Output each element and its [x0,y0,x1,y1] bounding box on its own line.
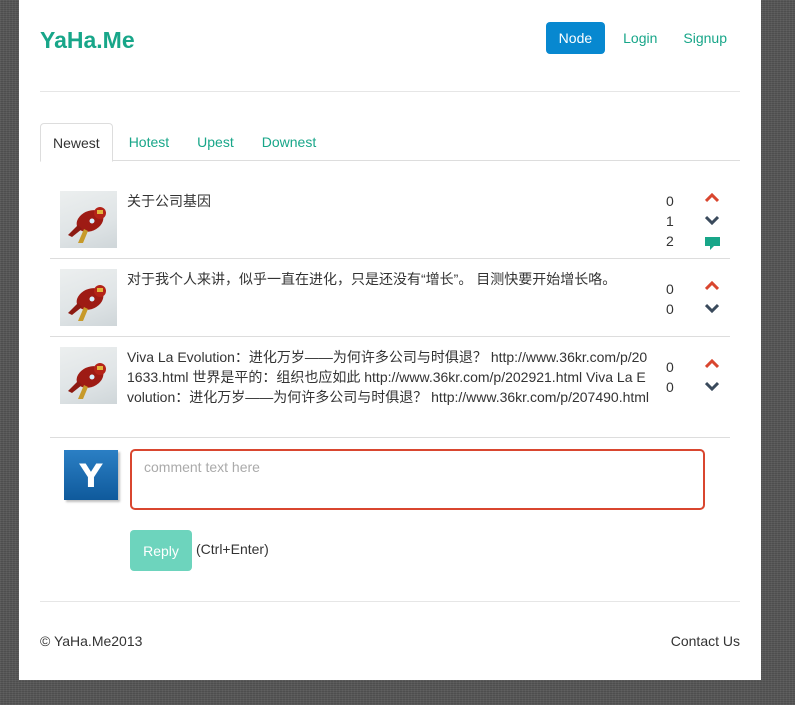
downvote-count: 0 [666,379,674,395]
vote-counts: 0 0 [666,357,680,397]
comment-count: 2 [666,233,674,249]
comment-composer: Y Reply (Ctrl+Enter) [50,438,730,588]
upvote-count: 0 [666,193,674,209]
top-nav: Node Login Signup [545,22,740,54]
vote-counts: 0 0 [666,279,680,319]
post-item: 对于我个人来讲，似乎一直在进化，只是还没有“增长”。 目测快要开始增长咯。 0 … [50,259,730,337]
avatar[interactable] [60,191,117,248]
post-item: Viva La Evolution：进化万岁——为何许多公司与时俱退？ http… [50,337,730,438]
tab-hotest[interactable]: Hotest [117,123,181,161]
upvote-icon[interactable] [704,281,720,301]
comment-icon[interactable] [704,237,720,257]
downvote-count: 1 [666,213,674,229]
post-text: 关于公司基因 [127,193,211,209]
upvote-count: 0 [666,281,674,297]
avatar[interactable] [60,347,117,404]
downvote-icon[interactable] [704,381,720,401]
shortcut-hint: (Ctrl+Enter) [196,541,269,557]
contact-link[interactable]: Contact Us [671,633,740,649]
upvote-icon[interactable] [704,359,720,379]
tab-upest[interactable]: Upest [185,123,246,161]
user-avatar: Y [64,450,118,500]
vote-counts: 0 1 2 [666,191,680,251]
footer-divider [40,601,740,602]
tab-newest[interactable]: Newest [40,123,113,162]
post-list: 关于公司基因 0 1 2 对于我个人来讲，似乎一直在进化，只是还没有“增长”。 … [50,181,730,438]
nav-signup[interactable]: Signup [670,22,740,54]
upvote-icon[interactable] [704,193,720,213]
post-text: 对于我个人来讲，似乎一直在进化，只是还没有“增长”。 目测快要开始增长咯。 [127,271,617,287]
post-actions [704,191,720,257]
nav-node[interactable]: Node [545,22,606,54]
downvote-icon[interactable] [704,303,720,323]
reply-button[interactable]: Reply [130,530,192,571]
comment-input[interactable] [130,449,705,510]
post-text: Viva La Evolution：进化万岁——为何许多公司与时俱退？ http… [127,349,650,405]
page-container: YaHa.Me Node Login Signup Newest Hotest … [19,0,761,680]
post-item: 关于公司基因 0 1 2 [50,181,730,259]
downvote-count: 0 [666,301,674,317]
tab-downest[interactable]: Downest [250,123,328,161]
post-actions [704,279,720,323]
brand-logo[interactable]: YaHa.Me [40,27,135,54]
upvote-count: 0 [666,359,674,375]
downvote-icon[interactable] [704,215,720,235]
nav-login[interactable]: Login [610,22,670,54]
footer-copyright: © YaHa.Me2013 [40,633,143,649]
avatar[interactable] [60,269,117,326]
sort-tabs: Newest Hotest Upest Downest [40,123,740,162]
header-divider [40,91,740,92]
post-actions [704,357,720,401]
